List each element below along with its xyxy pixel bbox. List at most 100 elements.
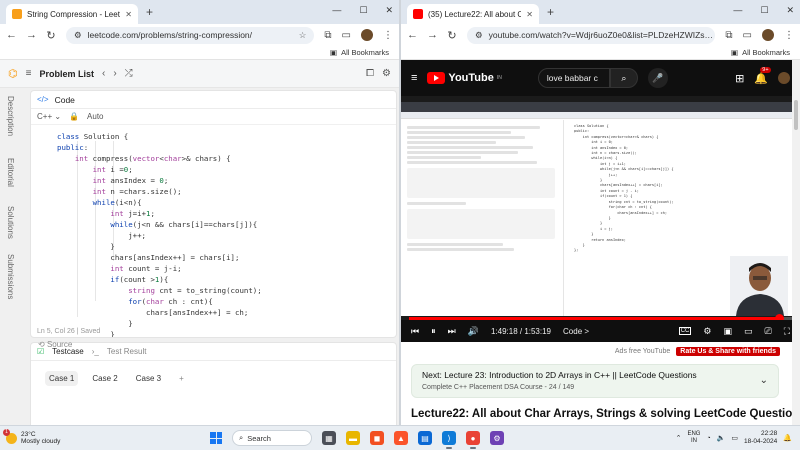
extensions-icon[interactable]: ⧉: [725, 30, 732, 41]
tab-leetcode[interactable]: String Compression - LeetCode ✕: [6, 4, 138, 24]
case-tab-1[interactable]: Case 1: [45, 371, 79, 386]
url-field[interactable]: ⚙ leetcode.com/problems/string-compressi…: [66, 26, 315, 44]
rate-share-button[interactable]: Rate Us & Share with friends: [676, 346, 780, 356]
next-video-card[interactable]: Next: Lecture 23: Introduction to 2D Arr…: [411, 364, 779, 398]
previous-icon[interactable]: ⏮: [411, 326, 419, 337]
account-avatar[interactable]: [778, 72, 790, 84]
code-line[interactable]: }: [31, 241, 396, 252]
code-line[interactable]: int n =chars.size();: [31, 186, 396, 197]
video-player[interactable]: class Solution { public: int compress(ve…: [401, 96, 800, 342]
wifi-icon[interactable]: ◔: [706, 435, 710, 442]
search-button[interactable]: ⌕: [609, 68, 638, 88]
code-line[interactable]: public:: [31, 142, 396, 153]
close-icon[interactable]: ✕: [526, 10, 533, 19]
code-line[interactable]: while(i<n){: [31, 197, 396, 208]
back-icon[interactable]: ←: [6, 29, 17, 41]
code-line[interactable]: j++;: [31, 230, 396, 241]
close-icon[interactable]: ✕: [125, 10, 132, 19]
hamburger-menu-icon[interactable]: ≡: [411, 72, 417, 84]
site-info-icon[interactable]: ⚙: [475, 30, 483, 41]
battery-icon[interactable]: ▭: [731, 434, 738, 442]
chevron-down-icon[interactable]: ⌄: [760, 375, 768, 386]
settings-gear-icon[interactable]: ⚙: [703, 326, 711, 337]
voice-search-button[interactable]: 🎤: [647, 68, 668, 88]
leetcode-logo-icon[interactable]: ⌬: [8, 67, 18, 80]
youtube-logo[interactable]: YouTube IN: [427, 72, 502, 84]
code-line[interactable]: chars[ansIndex++] = ch;: [31, 307, 396, 318]
source-toggle[interactable]: ⟲ Source: [38, 340, 72, 349]
vscode-icon[interactable]: ⟩: [442, 431, 456, 449]
windows-start-icon[interactable]: [210, 432, 222, 444]
forward-icon[interactable]: →: [26, 29, 37, 41]
minimize-icon[interactable]: —: [332, 5, 341, 16]
language-select[interactable]: C++ ⌄: [37, 112, 61, 121]
sidebar-tab-submissions[interactable]: Submissions: [6, 254, 15, 299]
language-indicator[interactable]: ENG IN: [687, 431, 700, 445]
profile-avatar[interactable]: [762, 29, 774, 41]
file-explorer-icon[interactable]: ▬: [346, 431, 360, 445]
maximize-icon[interactable]: ☐: [760, 5, 768, 16]
miniplayer-icon[interactable]: ▣: [723, 326, 732, 337]
case-tab-3[interactable]: Case 3: [132, 371, 165, 386]
sidebar-tab-description[interactable]: Description: [6, 96, 15, 136]
profile-avatar[interactable]: [361, 29, 373, 41]
sidebar-tab-editorial[interactable]: Editorial: [6, 158, 15, 187]
reload-icon[interactable]: ↻: [46, 29, 56, 42]
layout-icon[interactable]: ⧠: [366, 68, 374, 79]
clock[interactable]: 22:28 18-04-2024: [744, 430, 777, 446]
new-tab-icon[interactable]: +: [146, 5, 153, 19]
problem-list-link[interactable]: Problem List: [39, 69, 94, 79]
back-icon[interactable]: ←: [407, 29, 418, 41]
code-line[interactable]: int count = j-i;: [31, 263, 396, 274]
code-line[interactable]: int ansIndex = 0;: [31, 175, 396, 186]
create-video-icon[interactable]: ⊞: [735, 72, 744, 85]
all-bookmarks-link[interactable]: All Bookmarks: [742, 48, 790, 57]
maximize-icon[interactable]: ☐: [359, 5, 367, 16]
theater-mode-icon[interactable]: ▭: [744, 326, 753, 337]
settings-icon[interactable]: ⚙: [382, 68, 391, 79]
cast-icon[interactable]: ⎚: [764, 326, 771, 337]
notifications-bell-icon[interactable]: 🔔 9+: [754, 66, 771, 85]
close-window-icon[interactable]: ✕: [385, 5, 393, 16]
new-tab-icon[interactable]: +: [547, 5, 554, 19]
code-editor[interactable]: class Solution {public: int compress(vec…: [31, 131, 396, 337]
menu-dots-icon[interactable]: ⋮: [383, 30, 393, 41]
office-icon[interactable]: ◼: [370, 431, 384, 445]
scrollbar-thumb[interactable]: [794, 100, 798, 130]
speaker-icon[interactable]: 🔈: [717, 434, 726, 442]
next-problem-icon[interactable]: ›: [113, 68, 116, 79]
url-field[interactable]: ⚙ youtube.com/watch?v=Wdjr6uoZ0e0&list=P…: [467, 26, 716, 44]
mode-label[interactable]: Auto: [87, 112, 103, 121]
code-line[interactable]: while(j<n && chars[i]==chars[j]){: [31, 219, 396, 230]
code-line[interactable]: if(count >1){: [31, 274, 396, 285]
site-info-icon[interactable]: ⚙: [74, 30, 82, 41]
all-bookmarks-link[interactable]: All Bookmarks: [341, 48, 389, 57]
code-line[interactable]: string cnt = to_string(count);: [31, 285, 396, 296]
settings-app-icon[interactable]: ⚙: [490, 431, 504, 445]
sidepanel-icon[interactable]: ▭: [743, 30, 752, 41]
prev-problem-icon[interactable]: ‹: [102, 68, 105, 79]
weather-widget[interactable]: 1 23°C Mostly cloudy: [0, 428, 150, 446]
code-line[interactable]: int i =0;: [31, 164, 396, 175]
next-icon[interactable]: ⏭: [448, 326, 456, 337]
forward-icon[interactable]: →: [427, 29, 438, 41]
code-line[interactable]: for(char ch : cnt){: [31, 296, 396, 307]
add-case-button[interactable]: +: [175, 371, 188, 386]
store-icon[interactable]: ▤: [418, 431, 432, 445]
sidebar-tab-solutions[interactable]: Solutions: [6, 206, 15, 239]
brave-browser-icon[interactable]: ▲: [394, 431, 408, 445]
volume-icon[interactable]: 🔊: [468, 326, 479, 337]
tray-overflow-icon[interactable]: ⌃: [676, 434, 682, 442]
fullscreen-icon[interactable]: ⛶: [784, 326, 790, 337]
chapter-title[interactable]: Code >: [563, 327, 589, 336]
search-input[interactable]: love babbar c: [537, 68, 610, 88]
menu-dots-icon[interactable]: ⋮: [784, 30, 794, 41]
tab-test-result[interactable]: Test Result: [107, 347, 147, 356]
minimize-icon[interactable]: —: [733, 5, 742, 16]
sidepanel-icon[interactable]: ▭: [342, 30, 351, 41]
code-line[interactable]: int j=i+1;: [31, 208, 396, 219]
reload-icon[interactable]: ↻: [447, 29, 457, 42]
close-window-icon[interactable]: ✕: [786, 5, 794, 16]
captions-icon[interactable]: CC: [678, 327, 692, 335]
notification-center-icon[interactable]: 🔔: [783, 434, 792, 442]
